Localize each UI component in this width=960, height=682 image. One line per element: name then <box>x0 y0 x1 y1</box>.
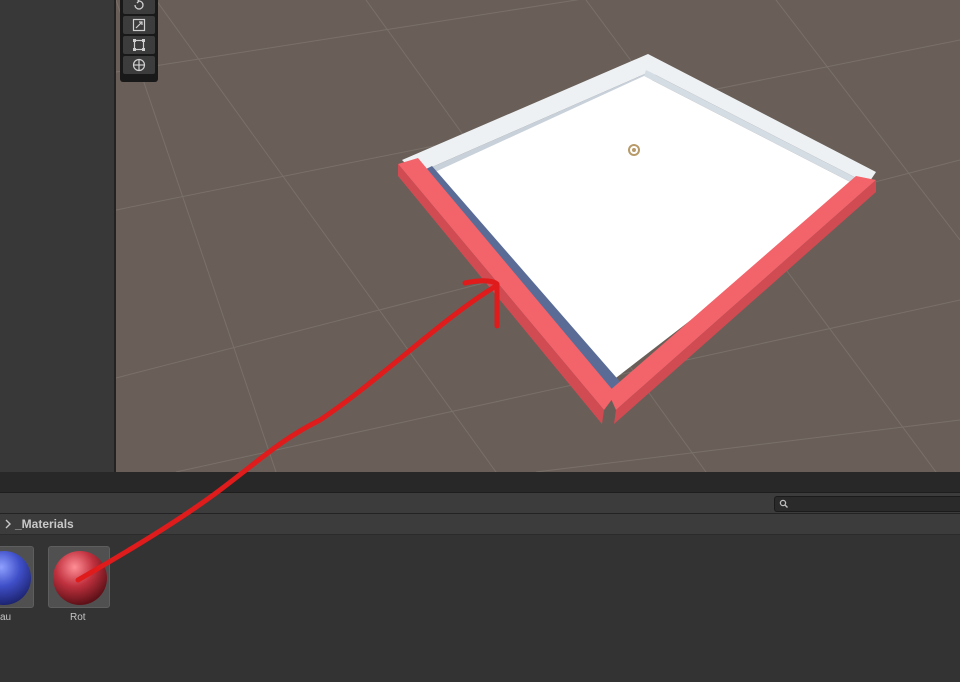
rotate-tool-button[interactable] <box>123 0 155 14</box>
scene-tool-strip <box>120 0 158 82</box>
scale-icon <box>132 18 146 32</box>
asset-material-rot[interactable] <box>48 546 110 608</box>
hierarchy-panel <box>0 0 114 472</box>
asset-material-blau[interactable] <box>0 546 34 608</box>
asset-label-blau: au <box>0 612 12 623</box>
breadcrumb: _Materials <box>0 514 960 535</box>
transform-tool-button[interactable] <box>123 56 155 74</box>
breadcrumb-folder[interactable]: _Materials <box>15 517 74 531</box>
project-search-input[interactable] <box>774 496 960 512</box>
asset-grid <box>0 535 960 682</box>
material-sphere-icon <box>0 551 31 605</box>
bottom-panel-tabbar <box>0 472 960 493</box>
asset-label-rot: Rot <box>70 612 86 623</box>
scene-canvas[interactable] <box>116 0 960 472</box>
chevron-right-icon[interactable] <box>2 516 14 532</box>
rect-tool-button[interactable] <box>123 36 155 54</box>
scale-tool-button[interactable] <box>123 16 155 34</box>
search-icon <box>779 499 788 508</box>
rect-transform-icon <box>133 39 145 51</box>
material-sphere-icon <box>53 551 107 605</box>
scene-view[interactable] <box>116 0 960 472</box>
transform-icon <box>132 58 146 72</box>
rotate-icon <box>134 0 144 10</box>
